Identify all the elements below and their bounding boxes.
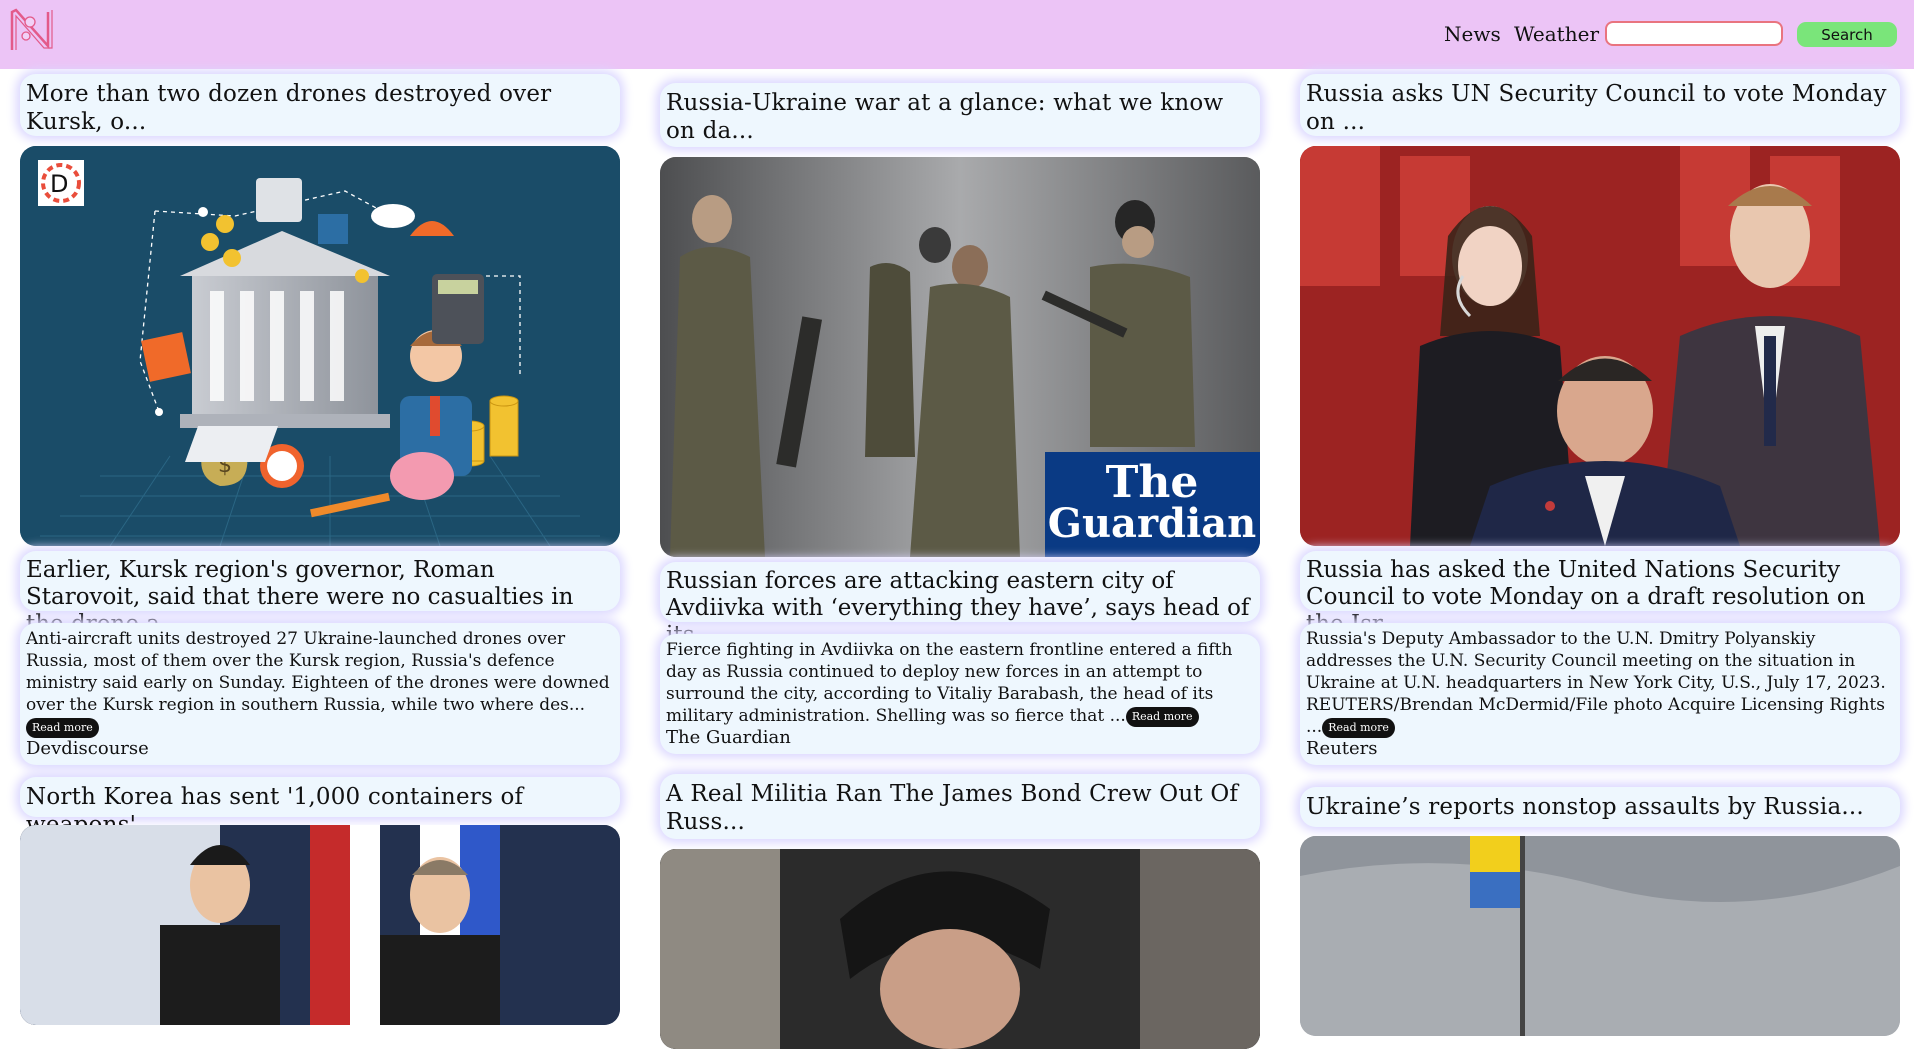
read-more-button[interactable]: Read more — [1125, 706, 1199, 727]
image-badge-letter: D — [50, 170, 68, 198]
article-title[interactable]: Ukraine’s reports nonstop assaults by Ru… — [1300, 787, 1900, 827]
article-title[interactable]: North Korea has sent '1,000 containers o… — [20, 777, 620, 838]
article-content: Fierce fighting in Avdiivka on the easte… — [660, 634, 1260, 754]
news-column-2: Russia-Ukraine war at a glance: what we … — [660, 69, 1262, 1049]
nav-link-news[interactable]: News — [1444, 22, 1501, 46]
article-title-text: Russia-Ukraine war at a glance: what we … — [666, 90, 1224, 144]
search-button[interactable]: Search — [1797, 22, 1897, 47]
article-description: Russia has asked the United Nations Secu… — [1300, 551, 1900, 637]
guardian-logo-line-2: Guardian — [1048, 500, 1256, 547]
article-image[interactable] — [660, 849, 1260, 1049]
article-source: Devdiscourse — [26, 738, 149, 759]
article-image[interactable] — [1300, 146, 1900, 546]
article-title[interactable]: A Real Militia Ran The James Bond Crew O… — [660, 774, 1260, 839]
article-image[interactable]: The Guardian — [660, 157, 1260, 557]
article-title-text: Russia asks UN Security Council to vote … — [1306, 81, 1887, 135]
top-navigation-bar: News Weather Search — [0, 0, 1914, 69]
article-title[interactable]: Russia asks UN Security Council to vote … — [1300, 74, 1900, 136]
article-description: Russian forces are attacking eastern cit… — [660, 562, 1260, 648]
news-column-3: Russia asks UN Security Council to vote … — [1300, 69, 1902, 1036]
news-column-1: More than two dozen drones destroyed ove… — [20, 69, 622, 1025]
search-input[interactable] — [1605, 21, 1783, 46]
read-more-button[interactable]: Read more — [26, 717, 99, 738]
article-content: Russia's Deputy Ambassador to the U.N. D… — [1300, 623, 1900, 765]
article-image[interactable] — [1300, 836, 1900, 1036]
nav-link-weather[interactable]: Weather — [1514, 22, 1599, 46]
article-content-text: Russia's Deputy Ambassador to the U.N. D… — [1306, 629, 1886, 737]
article-content-text: Anti-aircraft units destroyed 27 Ukraine… — [26, 629, 610, 715]
article-title-text: Ukraine’s reports nonstop assaults by Ru… — [1306, 794, 1864, 820]
article-title[interactable]: More than two dozen drones destroyed ove… — [20, 74, 620, 136]
article-source: Reuters — [1306, 738, 1378, 759]
article-title-text: A Real Militia Ran The James Bond Crew O… — [666, 781, 1239, 835]
site-logo[interactable] — [6, 6, 58, 52]
article-source: The Guardian — [666, 727, 791, 748]
article-title-text: More than two dozen drones destroyed ove… — [26, 81, 552, 135]
article-title[interactable]: Russia-Ukraine war at a glance: what we … — [660, 83, 1260, 147]
read-more-button[interactable]: Read more — [1322, 717, 1395, 738]
article-content: Anti-aircraft units destroyed 27 Ukraine… — [20, 623, 620, 765]
article-image[interactable]: $ D — [20, 146, 620, 546]
article-description: Earlier, Kursk region's governor, Roman … — [20, 551, 620, 637]
article-image[interactable] — [20, 825, 620, 1025]
